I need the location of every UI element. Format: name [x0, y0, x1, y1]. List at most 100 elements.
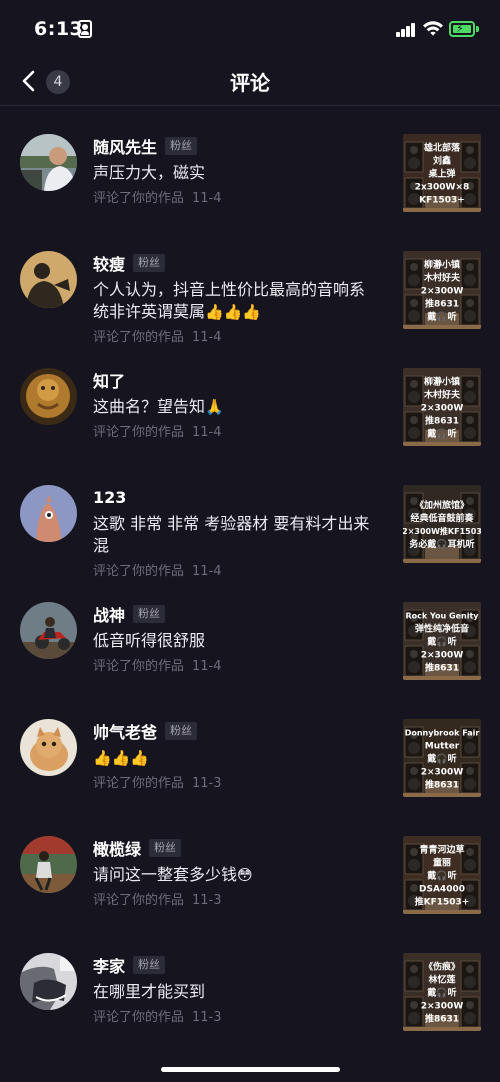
thumbnail-caption: 推8631 — [425, 662, 459, 674]
comment-item[interactable]: 战神 粉丝 低音听得很舒服 评论了你的作品 11-4 Rock You Genit… — [0, 575, 500, 692]
status-time: 6:13 — [34, 18, 84, 40]
comment-text: 👍👍👍 — [93, 749, 150, 767]
nav-bar: 4 评论 — [0, 58, 500, 106]
avatar[interactable] — [20, 953, 77, 1010]
thumbnail-caption: 戴🎧听 — [427, 636, 456, 648]
fan-tag: 粉丝 — [133, 605, 166, 623]
thumbnail-caption: 柳瀞小镇 — [424, 376, 460, 388]
thumbnail-caption: 刘鑫 — [433, 155, 451, 167]
comment-item[interactable]: 李家 粉丝 在哪里才能买到 评论了你的作品 11-3 《伤痕》 林忆莲 戴🎧听 2×30… — [0, 926, 500, 1043]
comment-body: 随风先生 粉丝 声压力大，磁实 评论了你的作品 11-4 — [93, 135, 375, 206]
thumbnail-caption: 青青河边草 — [419, 844, 464, 856]
comment-item[interactable]: 随风先生 粉丝 声压力大，磁实 评论了你的作品 11-4 雄北部落 刘鑫 桌上弹 2x3… — [0, 107, 500, 224]
avatar[interactable] — [20, 836, 77, 893]
avatar[interactable] — [20, 485, 77, 542]
fan-tag: 粉丝 — [133, 254, 166, 272]
comment-text: 请问这一整套多少钱😳 — [93, 865, 253, 884]
thumbnail-caption: Rock You Genity — [405, 612, 479, 621]
video-thumbnail[interactable]: 柳瀞小镇 木村好夫 2×300W 推8631 戴🎧听 — [403, 368, 481, 446]
video-thumbnail[interactable]: 《加州旅馆》 经典低音鼓前奏 2×300W推KF1503 务必戴🎧耳机听 — [403, 485, 481, 563]
comment-text: 声压力大，磁实 — [93, 163, 206, 182]
video-thumbnail[interactable]: Rock You Genity 弹性纯净低音 戴🎧听 2×300W 推8631 — [403, 602, 481, 680]
comment-body: 李家 粉丝 在哪里才能买到 评论了你的作品 11-3 — [93, 954, 375, 1025]
status-bar: 6:13 ⚡ — [0, 0, 500, 58]
user-name[interactable]: 李家 — [93, 953, 125, 977]
thumbnail-caption: 戴🎧听 — [427, 753, 456, 765]
thumbnail-caption: 2×300W — [421, 1002, 464, 1012]
comment-body: 较瘦 粉丝 个人认为，抖音上性价比最高的音响系统非许英谓莫属👍👍👍 评论了你的作… — [93, 252, 375, 345]
user-name[interactable]: 123 — [93, 488, 126, 507]
user-name[interactable]: 帅气老爸 — [93, 719, 157, 743]
thumbnail-caption: 木村好夫 — [423, 272, 461, 284]
thumbnail-caption: 弹性纯净低音 — [415, 623, 469, 635]
thumbnail-caption: 戴🎧听 — [427, 311, 456, 323]
comment-text: 低音听得很舒服 — [93, 631, 206, 650]
user-name[interactable]: 知了 — [93, 368, 125, 392]
thumbnail-caption: 柳瀞小镇 — [424, 259, 460, 271]
home-indicator — [161, 1067, 340, 1072]
thumbnail-caption: 推8631 — [425, 415, 459, 427]
avatar[interactable] — [20, 368, 77, 425]
thumbnail-caption: 2×300W — [421, 287, 464, 297]
comment-item[interactable]: 较瘦 粉丝 个人认为，抖音上性价比最高的音响系统非许英谓莫属👍👍👍 评论了你的作… — [0, 224, 500, 345]
comment-text: 个人认为，抖音上性价比最高的音响系统非许英谓莫属👍👍👍 — [93, 280, 366, 321]
thumbnail-caption: 雄北部落 — [423, 142, 461, 154]
thumbnail-caption: 2x300W×8 — [415, 183, 470, 193]
avatar[interactable] — [20, 251, 77, 308]
thumbnail-caption: 2×300W — [421, 768, 464, 778]
comment-item[interactable]: 帅气老爸 粉丝 👍👍👍 评论了你的作品 11-3 Donnybrook Fair M… — [0, 692, 500, 809]
video-thumbnail[interactable]: 雄北部落 刘鑫 桌上弹 2x300W×8 KF1503+ — [403, 134, 481, 212]
thumbnail-caption: Donnybrook Fair — [405, 729, 480, 738]
avatar[interactable] — [20, 134, 77, 191]
thumbnail-caption: DSA4000 — [419, 885, 465, 895]
comment-body: 战神 粉丝 低音听得很舒服 评论了你的作品 11-4 — [93, 603, 375, 674]
comments-screen: 6:13 ⚡ 4 评论 随风先生 粉丝 声压力大，磁实 评论了你的作品 11-4… — [0, 0, 500, 1082]
user-name[interactable]: 橄榄绿 — [93, 836, 141, 860]
comment-text: 这曲名？望告知🙏 — [93, 397, 224, 416]
comment-text: 在哪里才能买到 — [93, 982, 206, 1001]
user-name[interactable]: 较瘦 — [93, 251, 125, 275]
thumbnail-caption: 《伤痕》 — [424, 961, 460, 973]
thumbnail-caption: 林忆莲 — [428, 974, 455, 986]
user-name[interactable]: 战神 — [93, 602, 125, 626]
thumbnail-caption: KF1503+ — [419, 196, 465, 206]
thumbnail-caption: 桌上弹 — [428, 168, 455, 180]
video-thumbnail[interactable]: 柳瀞小镇 木村好夫 2×300W 推8631 戴🎧听 — [403, 251, 481, 329]
fan-tag: 粉丝 — [165, 722, 198, 740]
thumbnail-caption: 务必戴🎧耳机听 — [409, 538, 474, 550]
user-name[interactable]: 随风先生 — [93, 134, 157, 158]
thumbnail-caption: 木村好夫 — [423, 389, 461, 401]
comment-meta: 评论了你的作品 11-3 — [93, 1010, 222, 1025]
comment-body: 知了 这曲名？望告知🙏 评论了你的作品 11-4 — [93, 369, 375, 440]
comment-meta: 评论了你的作品 11-4 — [93, 191, 222, 206]
avatar[interactable] — [20, 602, 77, 659]
comment-item[interactable]: 橄榄绿 粉丝 请问这一整套多少钱😳 评论了你的作品 11-3 青青河边草 童丽 戴🎧听… — [0, 809, 500, 926]
comment-body: 橄榄绿 粉丝 请问这一整套多少钱😳 评论了你的作品 11-3 — [93, 837, 375, 908]
comment-list: 随风先生 粉丝 声压力大，磁实 评论了你的作品 11-4 雄北部落 刘鑫 桌上弹 2x3… — [0, 107, 500, 1043]
thumbnail-caption: 2×300W — [421, 404, 464, 414]
video-thumbnail[interactable]: 《伤痕》 林忆莲 戴🎧听 2×300W 推8631 — [403, 953, 481, 1031]
thumbnail-caption: 戴🎧听 — [427, 987, 456, 999]
thumbnail-caption: 戴🎧听 — [427, 870, 456, 882]
contact-badge-icon — [78, 20, 92, 38]
video-thumbnail[interactable]: 青青河边草 童丽 戴🎧听 DSA4000 推KF1503+ — [403, 836, 481, 914]
thumbnail-caption: 推8631 — [425, 298, 459, 310]
fan-tag: 粉丝 — [149, 839, 182, 857]
thumbnail-caption: 2×300W推KF1503 — [403, 526, 481, 536]
comment-meta: 评论了你的作品 11-4 — [93, 659, 222, 674]
comment-item[interactable]: 123 这歌 非常 非常 考验器材 要有料才出来混 评论了你的作品 11-4 《加… — [0, 458, 500, 579]
comment-text: 这歌 非常 非常 考验器材 要有料才出来混 — [93, 514, 370, 555]
thumbnail-caption: 《加州旅馆》 — [415, 499, 469, 511]
thumbnail-caption: Mutter — [425, 742, 460, 752]
comment-body: 123 这歌 非常 非常 考验器材 要有料才出来混 评论了你的作品 11-4 — [93, 486, 375, 580]
cellular-signal-icon — [396, 21, 416, 37]
page-title: 评论 — [230, 71, 270, 95]
video-thumbnail[interactable]: Donnybrook Fair Mutter 戴🎧听 2×300W 推8631 — [403, 719, 481, 797]
comment-item[interactable]: 知了 这曲名？望告知🙏 评论了你的作品 11-4 柳瀞小镇 木村好夫 2×300W 推8… — [0, 341, 500, 458]
comment-meta: 评论了你的作品 11-3 — [93, 893, 222, 908]
comment-body: 帅气老爸 粉丝 👍👍👍 评论了你的作品 11-3 — [93, 720, 375, 791]
thumbnail-caption: 戴🎧听 — [427, 428, 456, 440]
avatar[interactable] — [20, 719, 77, 776]
thumbnail-caption: 童丽 — [433, 857, 451, 869]
thumbnail-caption: 推8631 — [425, 1013, 459, 1025]
